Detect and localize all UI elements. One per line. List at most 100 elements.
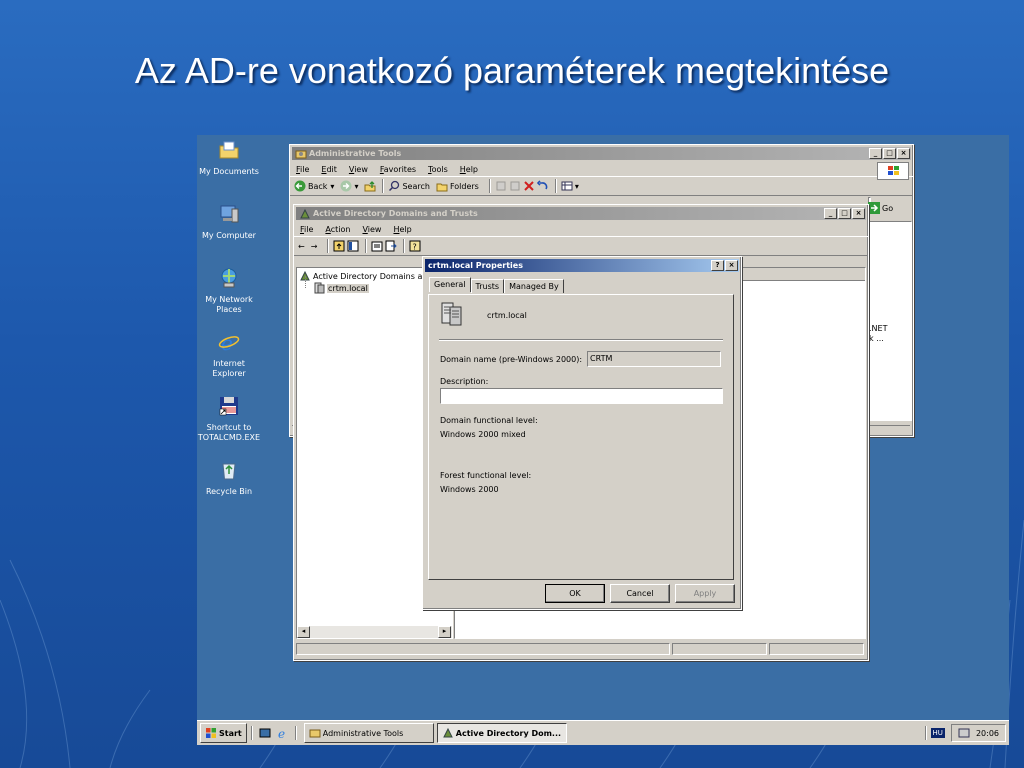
taskbar-separator: [250, 726, 253, 740]
minimize-button[interactable]: _: [824, 208, 837, 219]
menu-help[interactable]: Help: [460, 165, 478, 174]
tree-node-crtm-local[interactable]: crtm.local: [313, 282, 369, 294]
desktop-icon-internet-explorer[interactable]: e Internet Explorer: [197, 331, 261, 379]
dropdown-arrow-icon[interactable]: ▾: [575, 182, 579, 191]
close-button[interactable]: ×: [725, 260, 738, 271]
clock[interactable]: 20:06: [976, 729, 999, 738]
show-hide-tree-icon[interactable]: [347, 240, 359, 252]
go-button[interactable]: Go: [868, 202, 893, 214]
scroll-right-arrow-icon[interactable]: ▸: [438, 626, 451, 638]
pre2000-label: Domain name (pre-Windows 2000):: [440, 355, 583, 364]
desktop-icon-totalcmd-shortcut[interactable]: Shortcut to TOTALCMD.EXE: [197, 395, 261, 443]
search-icon: [389, 180, 400, 192]
desktop-icon-network-places[interactable]: My Network Places: [197, 267, 261, 315]
description-input[interactable]: [440, 388, 723, 404]
menu-view[interactable]: View: [349, 165, 368, 174]
back-button[interactable]: Back ▾: [294, 180, 334, 192]
minimize-button[interactable]: _: [869, 148, 882, 159]
close-button[interactable]: ×: [897, 148, 910, 159]
ie-quicklaunch-icon[interactable]: e: [277, 727, 289, 739]
scroll-track[interactable]: [311, 626, 438, 638]
ad-window-titlebar[interactable]: Active Directory Domains and Trusts _ □ …: [296, 207, 866, 220]
slide-title: Az AD-re vonatkozó paraméterek megtekint…: [134, 50, 890, 91]
desktop: My Documents My Computer My Network Plac…: [197, 135, 1009, 744]
start-label: Start: [219, 728, 242, 738]
peek-text: .NET k ...: [869, 324, 887, 344]
forward-button[interactable]: ▾: [340, 180, 358, 192]
tab-trusts[interactable]: Trusts: [470, 279, 505, 293]
pre2000-field: CRTM: [587, 351, 721, 367]
help-icon[interactable]: ?: [409, 240, 421, 252]
tree-root-node[interactable]: Active Directory Domains an: [299, 270, 427, 282]
menu-file[interactable]: File: [300, 225, 313, 234]
tree-horizontal-scrollbar[interactable]: ◂ ▸: [297, 626, 452, 638]
admin-tools-menubar: File Edit View Favorites Tools Help: [290, 162, 913, 180]
toolbar-separator: [554, 179, 557, 193]
delete-icon[interactable]: [523, 180, 535, 192]
dropdown-arrow-icon[interactable]: ▾: [330, 182, 334, 191]
task-active-directory[interactable]: Active Directory Dom...: [436, 723, 567, 743]
apply-button[interactable]: Apply: [675, 584, 735, 603]
tab-managed-by[interactable]: Managed By: [504, 279, 564, 293]
export-list-icon[interactable]: [385, 240, 398, 252]
dialog-tabs: General Trusts Managed By: [429, 277, 564, 293]
domain-level-value: Windows 2000 mixed: [440, 430, 526, 439]
network-tray-icon[interactable]: [958, 727, 970, 739]
dropdown-arrow-icon[interactable]: ▾: [354, 182, 358, 191]
back-label: Back: [308, 181, 328, 191]
menu-favorites[interactable]: Favorites: [380, 165, 416, 174]
ie-icon: e: [218, 331, 240, 355]
admin-tools-titlebar[interactable]: Administrative Tools _ □ ×: [292, 147, 911, 160]
toolbar-separator: [365, 239, 368, 253]
nav-back-button[interactable]: ←: [298, 242, 305, 251]
folders-button[interactable]: Folders: [436, 180, 479, 192]
help-button[interactable]: ?: [711, 260, 724, 271]
ok-button[interactable]: OK: [545, 584, 605, 603]
ad-domains-icon: [442, 727, 453, 738]
move-to-icon[interactable]: [495, 180, 507, 192]
go-label: Go: [882, 203, 894, 213]
status-panel: [296, 643, 670, 655]
show-desktop-icon[interactable]: [259, 727, 271, 739]
views-icon: [561, 181, 573, 191]
desktop-icon-my-computer[interactable]: My Computer: [197, 203, 261, 241]
up-one-level-icon[interactable]: [333, 240, 345, 252]
svg-text:?: ?: [413, 243, 417, 252]
desktop-icon-recycle-bin[interactable]: Recycle Bin: [197, 459, 261, 497]
maximize-button[interactable]: □: [883, 148, 896, 159]
domain-level-label: Domain functional level:: [440, 416, 538, 425]
desktop-icon-my-documents[interactable]: My Documents: [197, 139, 261, 177]
desktop-icon-label: My Computer: [202, 231, 256, 240]
up-folder-icon[interactable]: [364, 180, 376, 192]
language-indicator[interactable]: HU: [930, 728, 945, 738]
menu-file[interactable]: File: [296, 165, 309, 174]
scroll-left-arrow-icon[interactable]: ◂: [297, 626, 310, 638]
start-button[interactable]: Start: [200, 723, 247, 743]
undo-icon[interactable]: [536, 180, 549, 192]
views-button[interactable]: ▾: [561, 180, 579, 192]
admin-tools-icon: [309, 729, 321, 738]
properties-dialog: crtm.local Properties ? × General Trusts…: [422, 256, 742, 610]
taskbar-separator: [294, 726, 297, 740]
search-button[interactable]: Search: [388, 180, 430, 192]
properties-icon[interactable]: [371, 240, 383, 252]
taskbar-separator: [924, 726, 927, 740]
close-button[interactable]: ×: [852, 208, 865, 219]
nav-forward-button[interactable]: →: [311, 242, 318, 251]
task-administrative-tools[interactable]: Administrative Tools: [303, 723, 434, 743]
toolbar-separator: [382, 179, 385, 193]
tab-general[interactable]: General: [429, 277, 471, 292]
menu-view[interactable]: View: [362, 225, 381, 234]
menu-help[interactable]: Help: [393, 225, 411, 234]
cancel-button[interactable]: Cancel: [610, 584, 670, 603]
maximize-button[interactable]: □: [838, 208, 851, 219]
computer-icon: [220, 205, 239, 223]
system-tray: 20:06: [950, 724, 1006, 742]
menu-tools[interactable]: Tools: [428, 165, 448, 174]
menu-edit[interactable]: Edit: [321, 165, 337, 174]
menu-action[interactable]: Action: [325, 225, 350, 234]
copy-to-icon[interactable]: [509, 180, 521, 192]
dialog-titlebar[interactable]: crtm.local Properties ? ×: [425, 259, 739, 272]
tab-panel-general: crtm.local Domain name (pre-Windows 2000…: [428, 294, 734, 580]
ad-window-statusbar: [296, 643, 864, 655]
